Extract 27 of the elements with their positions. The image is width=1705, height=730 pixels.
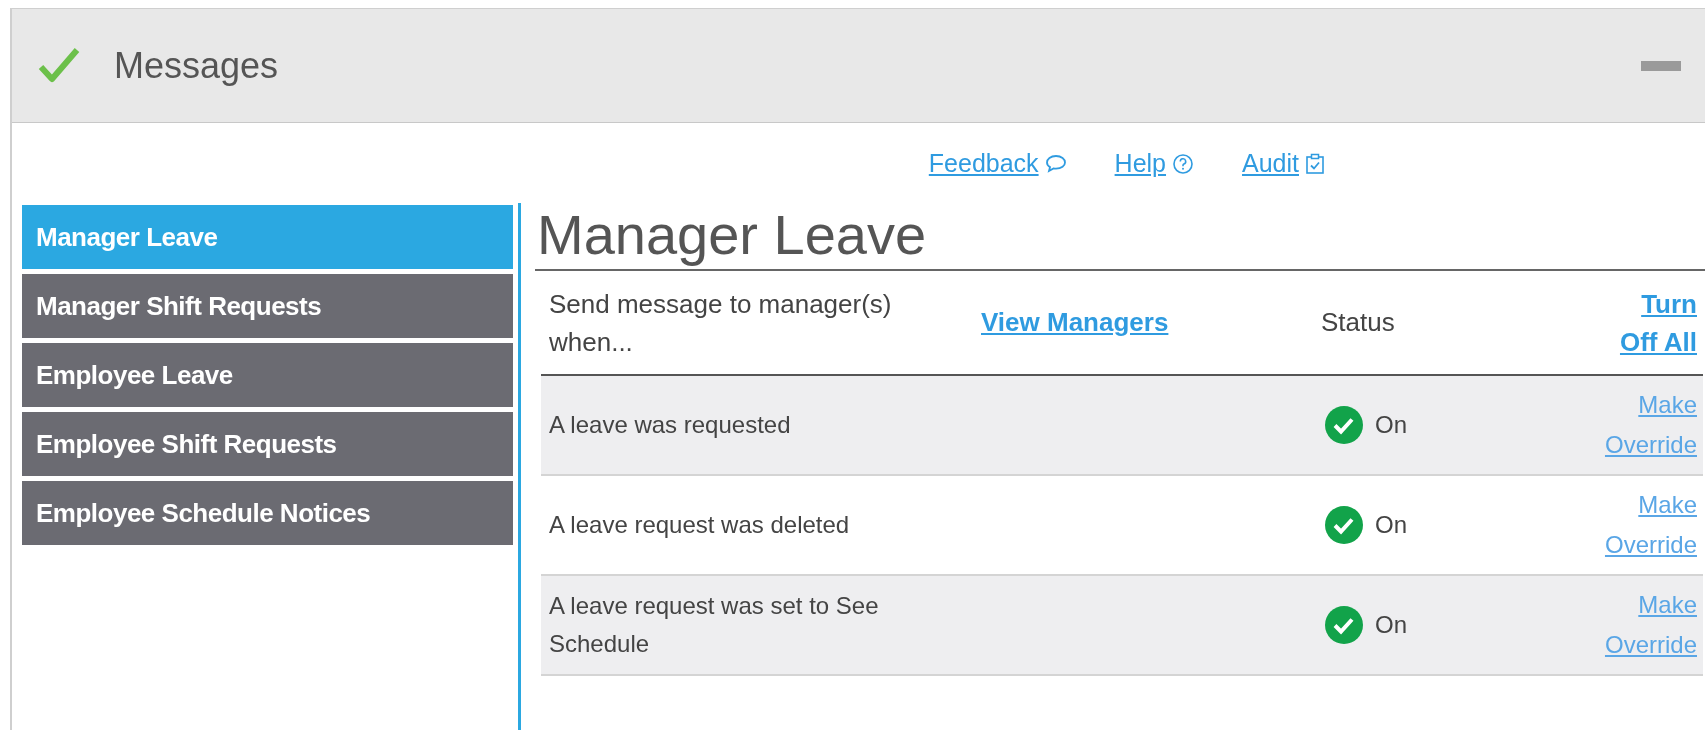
clipboard-check-icon	[1305, 153, 1325, 175]
help-icon	[1172, 153, 1194, 175]
make-override-link[interactable]: Make Override	[1577, 585, 1697, 665]
sidebar-item[interactable]: Employee Leave	[22, 343, 513, 407]
header-link[interactable]: Audit	[1242, 147, 1325, 181]
status-text: On	[1375, 510, 1407, 540]
sidebar-item[interactable]: Employee Schedule Notices	[22, 481, 513, 545]
column-header: Send message to manager(s) when...	[548, 287, 893, 359]
make-override-link[interactable]: Make Override	[1577, 485, 1697, 565]
sidebar-item[interactable]: Employee Shift Requests	[22, 412, 513, 476]
column-header: Status	[1321, 306, 1396, 339]
speech-bubble-icon	[1044, 154, 1067, 174]
table-cell-text: A leave was requested	[548, 410, 792, 440]
turn-off-all-link[interactable]: Turn Off All	[1597, 284, 1697, 361]
sidebar-item[interactable]: Manager Leave	[22, 205, 513, 269]
page-title: Manager Leave	[535, 203, 1705, 271]
header-link[interactable]: Help	[1114, 147, 1194, 181]
header-link[interactable]: Feedback	[928, 147, 1067, 181]
make-override-link[interactable]: Make Override	[1577, 385, 1697, 465]
table-cell-text: A leave request was deleted	[548, 510, 851, 540]
minimize-button[interactable]	[1641, 60, 1681, 71]
status-text: On	[1375, 410, 1407, 440]
sidebar-item[interactable]: Manager Shift Requests	[22, 274, 513, 338]
view-managers-link[interactable]: View Managers	[981, 303, 1321, 342]
table-cell-text: A leave request was set to See Schedule	[548, 591, 880, 659]
status-text: On	[1375, 610, 1407, 640]
panel-title: Messages	[114, 43, 279, 88]
